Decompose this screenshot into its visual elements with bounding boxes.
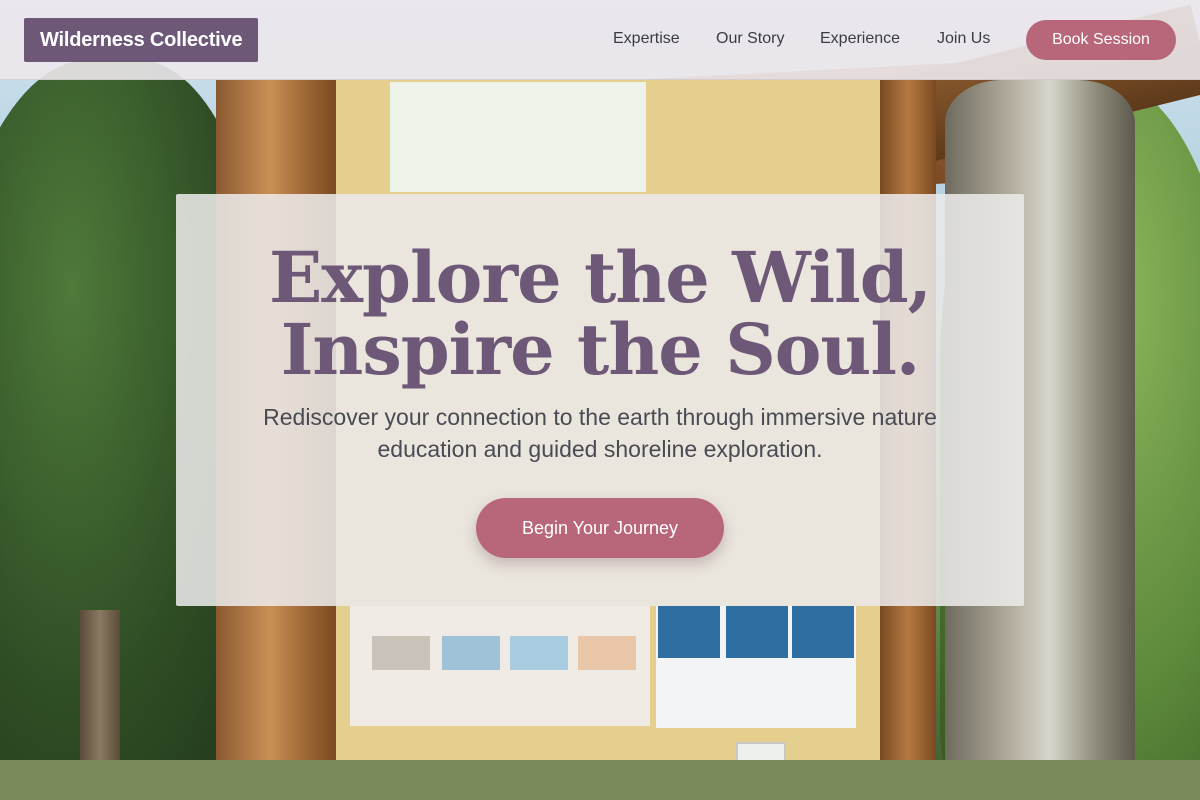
brand-logo[interactable]: Wilderness Collective bbox=[24, 18, 259, 62]
begin-journey-button[interactable]: Begin Your Journey bbox=[476, 498, 724, 558]
hero-title: Explore the Wild, Inspire the Soul. bbox=[176, 242, 1024, 386]
nav-link-our-story[interactable]: Our Story bbox=[716, 30, 784, 48]
hero-subtitle: Rediscover your connection to the earth … bbox=[216, 401, 984, 465]
hero-title-line-1: Explore the Wild, bbox=[268, 236, 932, 319]
hero-title-line-2: Inspire the Soul. bbox=[280, 308, 921, 391]
background-ground bbox=[0, 760, 1200, 800]
hero-subtitle-line-1: Rediscover your connection to the earth … bbox=[263, 404, 937, 430]
background-poster-top bbox=[390, 82, 646, 192]
nav-link-expertise[interactable]: Expertise bbox=[613, 30, 680, 48]
nav-link-experience[interactable]: Experience bbox=[820, 30, 900, 48]
background-poster-alphabet bbox=[350, 606, 650, 726]
nav-link-join-us[interactable]: Join Us bbox=[937, 30, 990, 48]
book-session-button[interactable]: Book Session bbox=[1026, 20, 1176, 60]
site-header: Wilderness Collective Expertise Our Stor… bbox=[0, 0, 1200, 80]
background-poster-info bbox=[656, 606, 856, 728]
hero-subtitle-line-2: education and guided shoreline explorati… bbox=[377, 436, 823, 462]
hero-card: Explore the Wild, Inspire the Soul. Redi… bbox=[176, 194, 1024, 606]
